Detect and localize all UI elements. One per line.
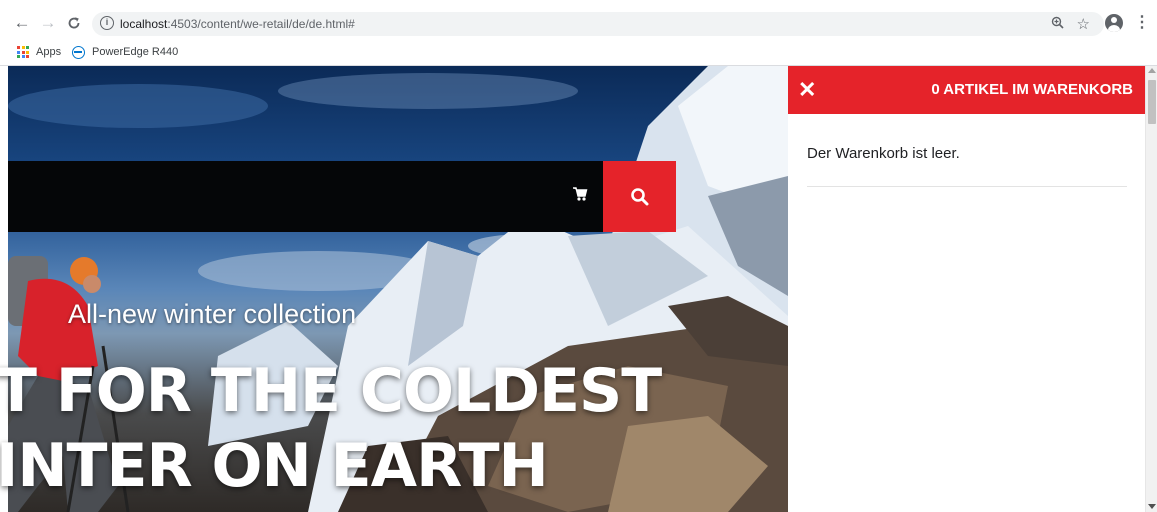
scroll-thumb[interactable] bbox=[1148, 80, 1156, 124]
forward-icon[interactable]: → bbox=[38, 13, 58, 33]
account-icon[interactable] bbox=[1105, 14, 1123, 32]
close-icon[interactable]: ✕ bbox=[798, 78, 818, 102]
search-icon bbox=[631, 188, 649, 206]
dell-logo-icon bbox=[72, 45, 85, 59]
cart-empty-message: Der Warenkorb ist leer. bbox=[807, 145, 960, 162]
top-nav-bar bbox=[8, 161, 603, 232]
bookmark-label: PowerEdge R440 bbox=[92, 46, 179, 58]
cart-icon[interactable] bbox=[572, 186, 588, 202]
page-scrollbar[interactable] bbox=[1145, 66, 1157, 512]
bookmark-poweredge[interactable]: PowerEdge R440 bbox=[72, 43, 178, 61]
apps-grid-icon bbox=[17, 46, 29, 58]
reload-icon[interactable] bbox=[64, 13, 84, 33]
hero-subtitle: All-new winter collection bbox=[68, 299, 357, 329]
url-text[interactable]: localhost:4503/content/we-retail/de/de.h… bbox=[120, 17, 355, 31]
hero-headline-line1: T FOR THE COLDEST bbox=[0, 356, 662, 426]
url-host: localhost bbox=[120, 17, 168, 31]
hero-headline-line2: INTER ON EARTH bbox=[0, 431, 549, 501]
search-button[interactable] bbox=[603, 161, 676, 232]
bookmark-label: Apps bbox=[36, 46, 62, 58]
bookmark-apps[interactable]: Apps bbox=[17, 43, 61, 61]
url-path: :4503/content/we-retail/de/de.html# bbox=[167, 17, 355, 31]
address-bar[interactable]: i localhost:4503/content/we-retail/de/de… bbox=[92, 12, 1104, 36]
scroll-down-icon[interactable] bbox=[1148, 504, 1156, 509]
cart-header: ✕ 0 ARTIKEL IM WARENKORB bbox=[788, 66, 1145, 114]
divider bbox=[807, 186, 1127, 187]
scroll-up-icon[interactable] bbox=[1148, 68, 1156, 73]
cart-panel: ✕ 0 ARTIKEL IM WARENKORB Der Warenkorb i… bbox=[788, 66, 1145, 512]
bookmarks-bar: Apps PowerEdge R440 bbox=[0, 41, 1157, 63]
cart-title: 0 ARTIKEL IM WARENKORB bbox=[931, 81, 1133, 98]
back-icon[interactable]: ← bbox=[12, 13, 32, 33]
info-icon[interactable]: i bbox=[100, 16, 114, 30]
zoom-icon[interactable] bbox=[1051, 16, 1064, 32]
page-viewport: All-new winter collection T FOR THE COLD… bbox=[0, 66, 1145, 512]
browser-chrome: ← → i localhost:4503/content/we-retail/d… bbox=[0, 0, 1157, 66]
kebab-menu-icon[interactable]: ⋮ bbox=[1134, 13, 1150, 33]
star-icon[interactable]: ☆ bbox=[1077, 15, 1090, 33]
